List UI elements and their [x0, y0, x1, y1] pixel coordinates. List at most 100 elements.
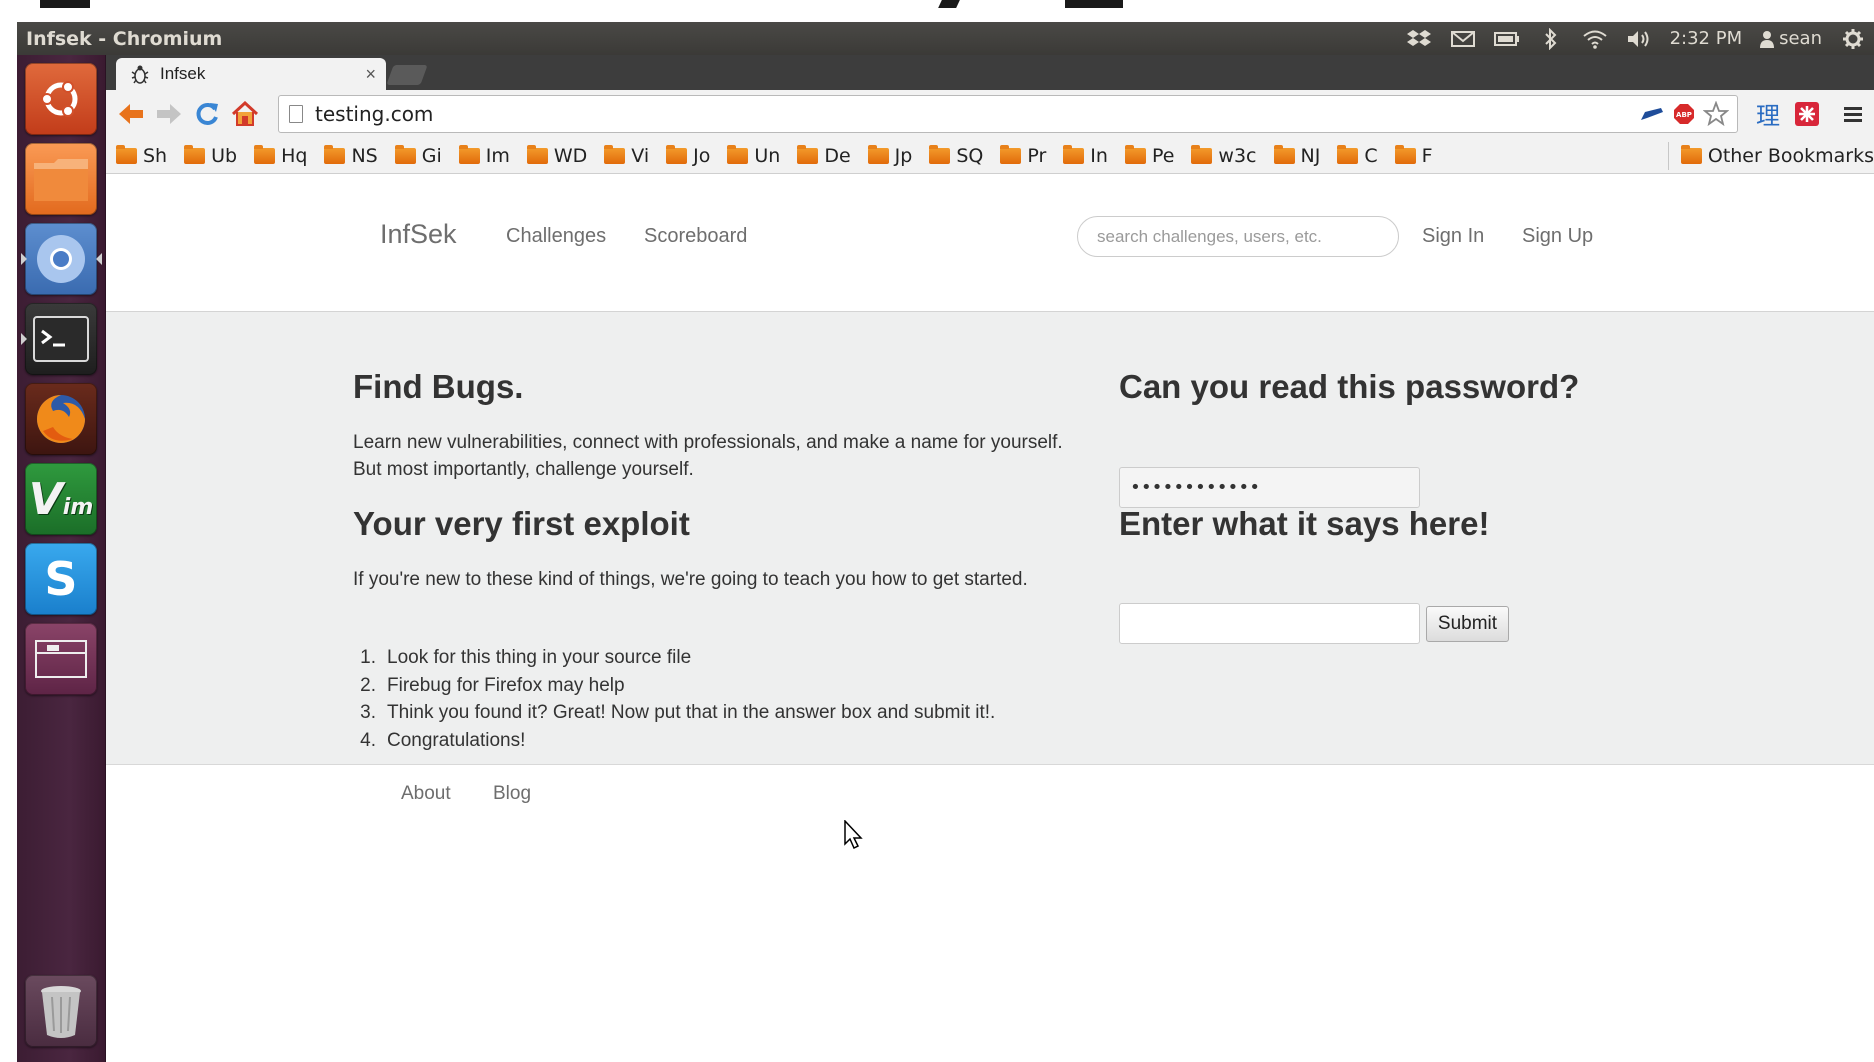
first-exploit-intro: If you're new to these kind of things, w… — [353, 569, 1028, 590]
bookmark-folder[interactable]: De — [797, 144, 851, 167]
folder-icon — [1000, 144, 1022, 164]
bookmark-star-icon[interactable] — [1703, 101, 1729, 127]
clock[interactable]: 2:32 PM — [1670, 28, 1743, 49]
bookmark-folder[interactable]: Pr — [1000, 144, 1046, 167]
files-launcher[interactable] — [25, 143, 97, 215]
user-name: sean — [1779, 28, 1822, 49]
bookmark-folder[interactable]: NS — [324, 144, 378, 167]
gear-icon[interactable] — [1840, 28, 1866, 50]
top-edge-mark — [1065, 0, 1123, 8]
back-button[interactable] — [112, 95, 150, 133]
skype-icon: S — [44, 552, 78, 606]
list-item: 2. Firebug for Firefox may help — [353, 672, 995, 700]
bookmark-folder[interactable]: SQ — [929, 144, 983, 167]
close-tab-button[interactable]: × — [365, 64, 376, 85]
footer-blog-link[interactable]: Blog — [493, 783, 531, 805]
bookmark-label: w3c — [1218, 144, 1257, 167]
other-bookmarks[interactable]: Other Bookmarks — [1680, 144, 1874, 167]
svg-text:ABP: ABP — [1676, 111, 1692, 119]
web-page: InfSek Challenges Scoreboard Sign In Sig… — [106, 175, 1874, 1062]
bookmark-folder[interactable]: Pe — [1124, 144, 1174, 167]
skype-launcher[interactable]: S — [25, 543, 97, 615]
trash-launcher[interactable] — [25, 975, 97, 1047]
user-menu[interactable]: sean — [1760, 28, 1822, 49]
bookmark-folder[interactable]: Sh — [116, 144, 167, 167]
volume-icon[interactable] — [1626, 28, 1652, 50]
folder-icon — [34, 159, 88, 201]
password-field[interactable] — [1119, 467, 1420, 508]
folder-icon — [929, 144, 951, 164]
folder-icon — [184, 144, 206, 164]
bookmark-folder[interactable]: C — [1337, 144, 1378, 167]
top-edge-mark — [938, 0, 960, 8]
bookmark-folder[interactable]: Ub — [184, 144, 238, 167]
nav-scoreboard[interactable]: Scoreboard — [644, 225, 747, 248]
bookmark-folder[interactable]: In — [1063, 144, 1108, 167]
forward-button[interactable] — [150, 95, 188, 133]
pen-extension-icon[interactable] — [1639, 106, 1665, 122]
bluetooth-icon[interactable] — [1538, 27, 1564, 50]
battery-icon[interactable] — [1493, 28, 1520, 50]
bookmark-folder[interactable]: Hq — [254, 144, 307, 167]
find-bugs-text-line2: But most importantly, challenge yourself… — [353, 459, 694, 480]
mail-icon[interactable] — [1450, 28, 1476, 50]
footer-about-link[interactable]: About — [401, 783, 451, 805]
folder-icon — [1063, 144, 1085, 164]
nav-sign-up[interactable]: Sign Up — [1522, 225, 1593, 248]
bookmark-folder[interactable]: F — [1394, 144, 1433, 167]
adblock-icon[interactable]: ABP — [1673, 103, 1695, 125]
bookmark-folder[interactable]: Vi — [604, 144, 649, 167]
step-text: Firebug for Firefox may help — [387, 674, 625, 696]
wifi-icon[interactable] — [1582, 28, 1608, 50]
ubuntu-logo-icon — [41, 81, 78, 117]
bookmark-folder[interactable]: Jo — [666, 144, 710, 167]
bookmark-label: Im — [485, 144, 510, 167]
dash-home-button[interactable] — [25, 63, 97, 135]
bookmark-folder[interactable]: Jp — [867, 144, 912, 167]
vim-launcher[interactable]: Vim — [25, 463, 97, 535]
site-brand[interactable]: InfSek — [380, 219, 457, 250]
first-exploit-heading: Your very first exploit — [353, 505, 690, 542]
terminal-launcher[interactable] — [21, 303, 97, 375]
dropbox-icon[interactable] — [1406, 28, 1432, 50]
firefox-launcher[interactable] — [25, 383, 97, 455]
bookmark-folder[interactable]: WD — [526, 144, 587, 167]
search-input[interactable] — [1077, 216, 1399, 257]
nav-sign-in[interactable]: Sign In — [1422, 225, 1484, 248]
answer-input[interactable] — [1119, 603, 1420, 644]
bookmark-folder[interactable]: Gi — [394, 144, 442, 167]
chromium-launcher[interactable] — [21, 223, 102, 295]
folder-icon — [324, 144, 346, 164]
tab-title: Infsek — [160, 64, 206, 83]
step-text: Look for this thing in your source file — [387, 647, 692, 668]
home-icon — [231, 101, 259, 126]
bookmark-folder[interactable]: Un — [727, 144, 780, 167]
find-bugs-text-line1: Learn new vulnerabilities, connect with … — [353, 432, 1063, 453]
vim-icon: Vim — [28, 473, 94, 525]
tab-infsek[interactable]: Infsek × — [116, 58, 386, 90]
ime-extension-icon[interactable]: 理 — [1756, 96, 1780, 131]
nav-challenges[interactable]: Challenges — [506, 225, 606, 248]
reload-button[interactable] — [188, 95, 226, 133]
workspace-switcher-launcher[interactable] — [25, 623, 97, 695]
bookmark-label: In — [1090, 144, 1108, 167]
window-title: Infsek - Chromium — [26, 27, 223, 50]
extension-icon[interactable] — [1794, 101, 1820, 127]
top-panel: Infsek - Chromium 2:32 PM sean — [17, 22, 1874, 55]
folder-icon — [867, 144, 889, 164]
address-bar[interactable]: testing.com ABP — [278, 95, 1738, 133]
home-button[interactable] — [226, 95, 264, 133]
folder-icon — [1191, 144, 1213, 164]
folder-icon — [666, 144, 688, 164]
folder-icon — [394, 144, 416, 164]
desktop: Infsek - Chromium 2:32 PM sean Vim S Inf… — [0, 0, 1874, 1062]
bookmark-folder[interactable]: NJ — [1273, 144, 1321, 167]
bookmark-label: De — [824, 144, 851, 167]
bookmark-folder[interactable]: w3c — [1191, 144, 1257, 167]
submit-button[interactable]: Submit — [1426, 606, 1509, 642]
bookmark-folder[interactable]: Im — [458, 144, 510, 167]
bookmark-label: NJ — [1300, 144, 1321, 167]
bookmark-label: Ub — [211, 144, 238, 167]
new-tab-button[interactable] — [386, 65, 428, 85]
menu-icon[interactable] — [1842, 104, 1864, 124]
